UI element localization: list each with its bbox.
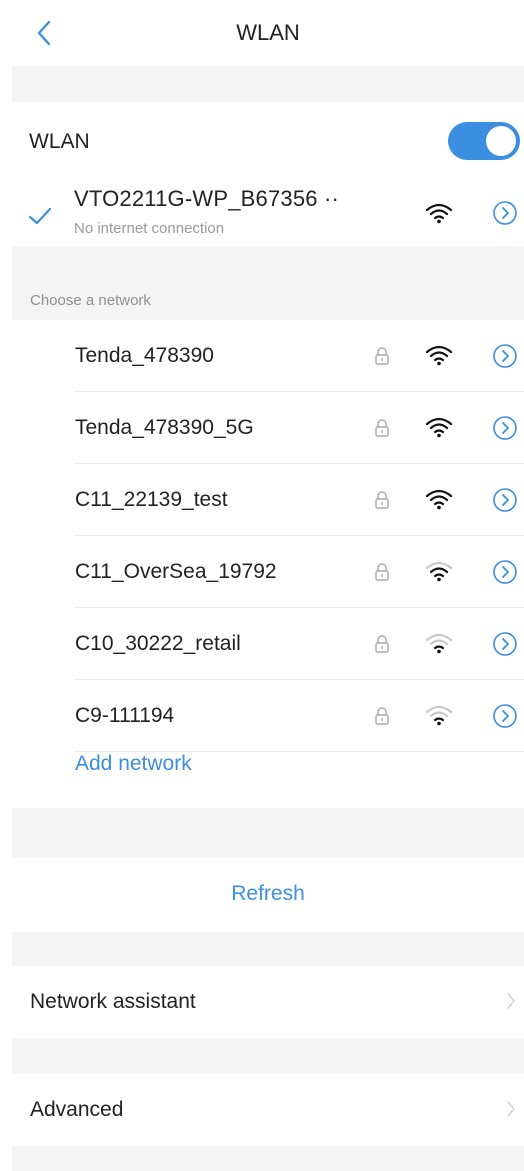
checkmark-icon [28,207,52,225]
page-title: WLAN [236,20,300,45]
lock-icon [375,563,389,581]
chevron-right-icon [507,1101,515,1117]
network-list: Tenda_478390 Tenda_478390_5G C11_22139_tes… [12,320,524,808]
top-bar: WLAN [12,0,524,66]
network-name: C10_30222_retail [75,632,241,655]
lock-icon [375,491,389,509]
wlan-label: WLAN [29,130,90,153]
wifi-signal-icon [425,489,453,510]
network-details-icon[interactable] [492,200,518,226]
wifi-signal-icon [425,561,453,582]
chevron-right-icon [507,993,515,1009]
network-assistant-item[interactable]: Network assistant [12,966,524,1038]
wifi-signal-icon [425,203,453,224]
network-details-icon[interactable] [492,487,518,513]
wlan-toggle[interactable] [448,122,520,160]
lock-icon [375,707,389,725]
connected-network-name: VTO2211G-WP_B67356 ·· [74,186,340,211]
network-name: C11_22139_test [75,488,228,511]
wifi-signal-icon [425,345,453,366]
network-name: Tenda_478390_5G [75,416,254,439]
network-name: C11_OverSea_19792 [75,560,277,583]
connected-network-row[interactable]: VTO2211G-WP_B67356 ·· No internet connec… [12,178,524,246]
network-row[interactable]: Tenda_478390_5G [12,392,524,464]
advanced-label: Advanced [30,1098,124,1121]
wifi-signal-icon [425,633,453,654]
connection-status: No internet connection [74,220,225,237]
advanced-item[interactable]: Advanced [12,1074,524,1146]
lock-icon [375,635,389,653]
wifi-signal-icon [425,705,453,726]
add-network-link[interactable]: Add network [75,752,192,776]
network-assistant-label: Network assistant [30,990,196,1013]
network-details-icon[interactable] [492,415,518,441]
choose-network-label: Choose a network [30,292,151,309]
wlan-card: WLAN VTO2211G-WP_B67356 ·· No internet c… [12,102,524,246]
lock-icon [375,419,389,437]
lock-icon [375,347,389,365]
network-row[interactable]: C9-111194 [12,680,524,752]
network-details-icon[interactable] [492,343,518,369]
network-name: Tenda_478390 [75,344,214,367]
network-row[interactable]: C11_22139_test [12,464,524,536]
network-details-icon[interactable] [492,703,518,729]
refresh-label: Refresh [231,882,305,905]
network-row[interactable]: C11_OverSea_19792 [12,536,524,608]
network-details-icon[interactable] [492,631,518,657]
network-row[interactable]: C10_30222_retail [12,608,524,680]
network-details-icon[interactable] [492,559,518,585]
refresh-button[interactable]: Refresh [12,858,524,932]
wifi-signal-icon [425,417,453,438]
network-row[interactable]: Tenda_478390 [12,320,524,392]
network-name: C9-111194 [75,704,175,727]
toggle-knob [486,126,516,156]
